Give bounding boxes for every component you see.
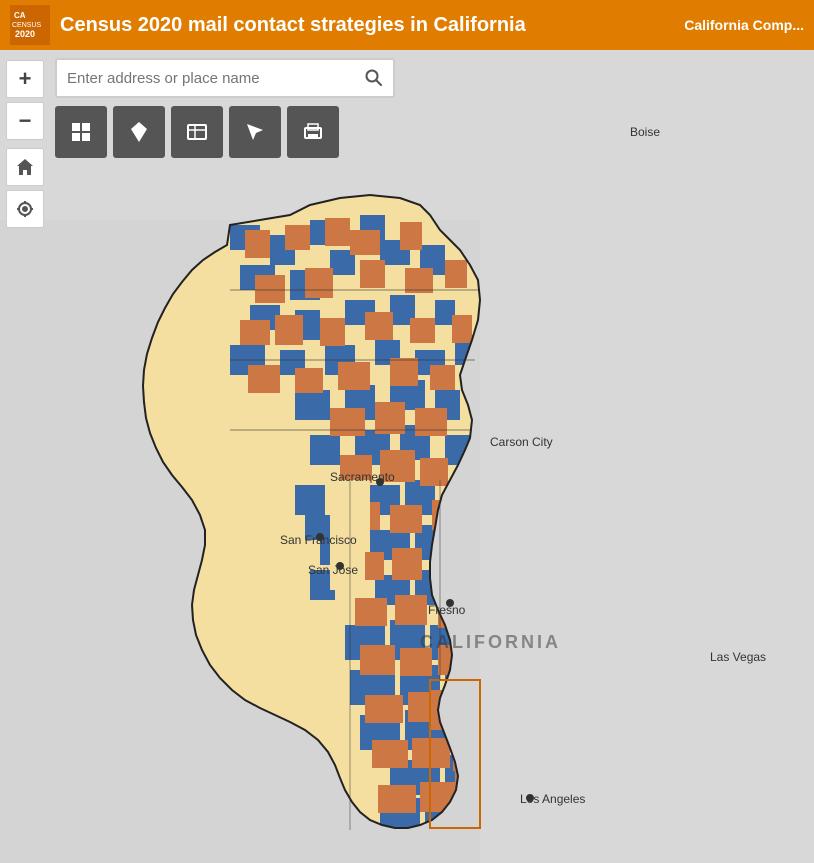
app-logo: CA CENSUS 2020 bbox=[10, 5, 50, 45]
layers-button[interactable] bbox=[55, 106, 107, 158]
toolbar-row bbox=[55, 106, 395, 158]
zoom-in-button[interactable]: + bbox=[6, 60, 44, 98]
svg-text:2020: 2020 bbox=[15, 29, 35, 39]
page-title: Census 2020 mail contact strategies in C… bbox=[60, 14, 674, 37]
zoom-out-button[interactable]: − bbox=[6, 102, 44, 140]
print-button[interactable] bbox=[287, 106, 339, 158]
select-button[interactable] bbox=[229, 106, 281, 158]
svg-text:CA: CA bbox=[14, 11, 26, 20]
search-bar bbox=[55, 58, 395, 98]
map-container[interactable]: Carson City Sacramento San Francisco San… bbox=[0, 50, 814, 863]
left-toolbar: + − bbox=[0, 50, 50, 230]
location-button[interactable] bbox=[6, 190, 44, 228]
header-right-text: California Comp... bbox=[684, 17, 804, 33]
basemap-button[interactable] bbox=[171, 106, 223, 158]
svg-text:CENSUS: CENSUS bbox=[12, 22, 42, 29]
search-input[interactable] bbox=[57, 70, 355, 87]
app-header: CA CENSUS 2020 Census 2020 mail contact … bbox=[0, 0, 814, 50]
legend-button[interactable] bbox=[113, 106, 165, 158]
search-area bbox=[55, 58, 395, 158]
search-button[interactable] bbox=[355, 63, 393, 93]
home-button[interactable] bbox=[6, 148, 44, 186]
